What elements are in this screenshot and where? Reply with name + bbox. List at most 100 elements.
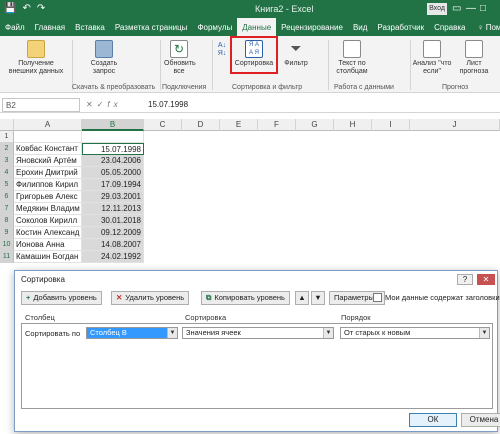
tab-home[interactable]: Главная [30,18,70,36]
tab-file[interactable]: Файл [0,18,30,36]
cell-b[interactable]: 29.03.2001 [82,191,144,203]
row-header[interactable]: 6 [0,191,14,203]
ribbon-tabs: Файл Главная Вставка Разметка страницы Ф… [0,18,500,36]
tab-review[interactable]: Рецензирование [276,18,348,36]
redo-icon[interactable]: ↷ [37,3,45,14]
sort-on-select[interactable]: Значения ячеек ▼ [182,327,334,339]
row-header[interactable]: 8 [0,215,14,227]
what-if-icon [423,40,441,58]
column-header[interactable]: E [220,119,258,131]
row-header[interactable]: 1 [0,131,14,143]
save-icon[interactable]: 💾 [4,3,16,14]
order-value: От старых к новым [344,328,411,337]
filter-icon: ⏷ [290,40,302,56]
column-header[interactable]: I [372,119,410,131]
cell-a[interactable]: Филиппов Кирил [14,179,82,191]
tell-me-label: Помощн [485,23,500,32]
column-header[interactable]: A [14,119,82,131]
row-header[interactable]: 3 [0,155,14,167]
tab-developer[interactable]: Разработчик [372,18,429,36]
column-select[interactable]: Столбец B ▼ [86,327,178,339]
column-header-label: Столбец [25,313,55,322]
filter-button[interactable]: ⏷ Фильтр [281,40,311,68]
column-header[interactable]: D [182,119,220,131]
row-header[interactable]: 11 [0,251,14,263]
headers-checkbox[interactable] [373,293,382,302]
cell-b[interactable]: 24.02.1992 [82,251,144,263]
column-header[interactable]: J [410,119,500,131]
create-query-button[interactable]: Создать запрос [80,40,128,76]
order-select[interactable]: От старых к новым ▼ [340,327,490,339]
help-button[interactable]: ? [457,274,473,285]
chevron-down-icon: ▼ [323,328,333,338]
cell-a[interactable] [14,131,82,143]
select-all-corner[interactable] [0,119,14,131]
tab-view[interactable]: Вид [348,18,372,36]
tab-page-layout[interactable]: Разметка страницы [110,18,193,36]
add-level-button[interactable]: + Добавить уровень [21,291,102,305]
delete-level-button[interactable]: ✕ Удалить уровень [111,291,190,305]
cell-a[interactable]: Соколов Кирилл [14,215,82,227]
sort-levels-list[interactable]: Сортировать по Столбец B ▼ Значения ячее… [21,323,493,409]
cell-a[interactable]: Ионова Анна [14,239,82,251]
cell-a[interactable]: Григорьев Алекс [14,191,82,203]
column-header[interactable]: H [334,119,372,131]
column-header[interactable]: B [82,119,144,131]
undo-icon[interactable]: ↶ [22,3,30,14]
row-header[interactable]: 2 [0,143,14,155]
name-box[interactable]: B2 [2,98,80,112]
cell-b[interactable]: 14.08.2007 [82,239,144,251]
add-level-label: Добавить уровень [33,293,97,302]
ribbon-options-icon[interactable]: ▭ [452,3,461,14]
query-icon [95,40,113,58]
cell-a[interactable]: Ковбас Констант [14,143,82,155]
cell-a[interactable]: Костин Александ [14,227,82,239]
forecast-sheet-button[interactable]: Лист прогноза [454,40,494,76]
text-to-columns-label: Текст по столбцам [336,60,368,75]
copy-level-button[interactable]: ⧉ Копировать уровень [201,291,290,305]
cell-b[interactable]: 05.05.2000 [82,167,144,179]
move-up-button[interactable]: ▲ [295,291,309,305]
row-header[interactable]: 7 [0,203,14,215]
get-external-data-label: Получение внешних данных [8,60,64,75]
down-arrow-icon: ▼ [314,293,322,302]
column-header[interactable]: C [144,119,182,131]
tab-data[interactable]: Данные [237,18,277,36]
what-if-button[interactable]: Анализ "что если" [412,40,452,76]
row-header[interactable]: 10 [0,239,14,251]
cell-b[interactable] [82,131,144,143]
cell-b-active[interactable]: 15.07.1998 [82,143,144,155]
cell-b[interactable]: 12.11.2013 [82,203,144,215]
get-external-data-button[interactable]: Получение внешних данных [4,40,68,76]
move-down-button[interactable]: ▼ [311,291,325,305]
tab-formulas[interactable]: Формулы [192,18,237,36]
tell-me-search[interactable]: ♀ Помощн [472,18,500,36]
tab-insert[interactable]: Вставка [70,18,110,36]
cell-a[interactable]: Ерохин Дмитрий [14,167,82,179]
cell-b[interactable]: 09.12.2009 [82,227,144,239]
text-to-columns-button[interactable]: Текст по столбцам [332,40,372,76]
worksheet-grid[interactable]: A B C D E F G H I J 1 2 Ковбас Констант … [0,119,500,269]
maximize-icon[interactable]: □ [480,3,486,14]
cell-b[interactable]: 23.04.2006 [82,155,144,167]
row-header[interactable]: 5 [0,179,14,191]
signin-button[interactable]: Вход [427,3,447,15]
row-header[interactable]: 9 [0,227,14,239]
formula-input[interactable]: 15.07.1998 [148,100,188,109]
cell-a[interactable]: Медякин Владим [14,203,82,215]
row-header[interactable]: 4 [0,167,14,179]
minimize-icon[interactable]: — [466,3,476,14]
cell-a[interactable]: Яновский Артём [14,155,82,167]
tab-help[interactable]: Справка [429,18,470,36]
cancel-button[interactable]: Отмена [461,413,500,427]
cell-b[interactable]: 30.01.2018 [82,215,144,227]
sort-az-button[interactable]: A↓ Я↓ [216,42,228,58]
cell-a[interactable]: Камашин Богдан [14,251,82,263]
column-header[interactable]: F [258,119,296,131]
column-header[interactable]: G [296,119,334,131]
close-button[interactable]: ✕ [477,274,495,285]
dialog-title: Сортировка [15,271,497,289]
refresh-all-button[interactable]: ↻ Обновить все [164,40,196,76]
ok-button[interactable]: ОК [409,413,457,427]
cell-b[interactable]: 17.09.1994 [82,179,144,191]
